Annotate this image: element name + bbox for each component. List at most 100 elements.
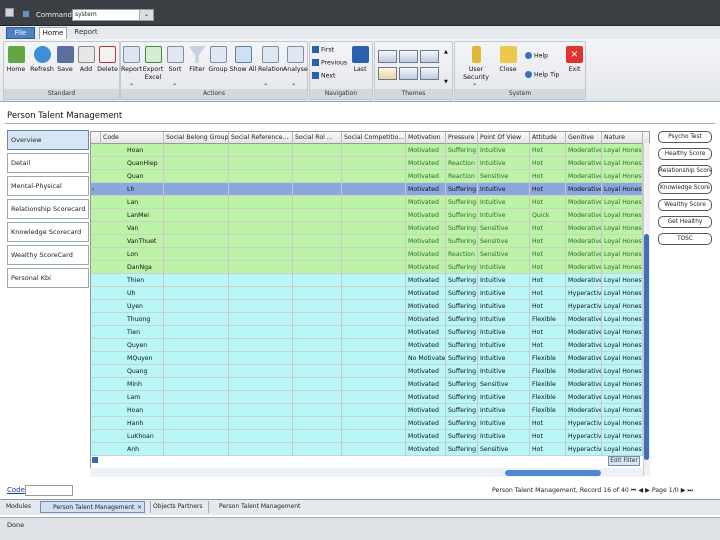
- column-header-social-rol[interactable]: Social Rol ...: [293, 132, 342, 144]
- close-button[interactable]: Close: [498, 46, 518, 74]
- column-header-motivation[interactable]: Motivation: [406, 132, 446, 144]
- cell-empty[interactable]: [293, 144, 342, 157]
- filter-icon[interactable]: [92, 457, 98, 463]
- cell-motivation[interactable]: Motivated: [406, 287, 446, 300]
- next-page-icon[interactable]: ▶: [681, 487, 686, 494]
- cell-empty[interactable]: [342, 391, 406, 404]
- cell-genitive[interactable]: Hyperactive: [566, 287, 602, 300]
- chevron-down-icon[interactable]: ⌄: [129, 80, 134, 88]
- nav-knowledge-scorecard[interactable]: Knowledge Scorecard: [7, 222, 89, 242]
- cell-pressure[interactable]: Reaction: [446, 248, 478, 261]
- cell-genitive[interactable]: Hyperactive: [566, 443, 602, 456]
- nav-first-button[interactable]: First: [312, 46, 334, 55]
- cell-genitive[interactable]: Moderative: [566, 222, 602, 235]
- cell-genitive[interactable]: Moderative: [566, 326, 602, 339]
- cell-empty[interactable]: [342, 430, 406, 443]
- cell-code[interactable]: Lam: [101, 391, 164, 404]
- get-healthy-button[interactable]: Get Healthy: [658, 216, 712, 228]
- cell-pressure[interactable]: Suffering: [446, 391, 478, 404]
- save-button[interactable]: Save: [56, 46, 74, 74]
- cell-motivation[interactable]: Motivated: [406, 313, 446, 326]
- cell-pov[interactable]: Intuitive: [478, 339, 530, 352]
- cell-pressure[interactable]: Suffering: [446, 144, 478, 157]
- cell-empty[interactable]: [229, 378, 293, 391]
- cell-empty[interactable]: [293, 287, 342, 300]
- tab-modules[interactable]: Modules: [6, 501, 36, 513]
- cell-motivation[interactable]: Motivated: [406, 430, 446, 443]
- cell-empty[interactable]: [164, 274, 229, 287]
- cell-motivation[interactable]: Motivated: [406, 326, 446, 339]
- cell-pressure[interactable]: Suffering: [446, 417, 478, 430]
- cell-pressure[interactable]: Suffering: [446, 430, 478, 443]
- cell-nature[interactable]: Loyal Honesty: [602, 209, 643, 222]
- cell-code[interactable]: Lh: [101, 183, 164, 196]
- cell-empty[interactable]: [229, 430, 293, 443]
- table-row[interactable]: Uh Motivated Suffering Intuitive Hot Hyperact…: [91, 287, 643, 300]
- cell-empty[interactable]: [293, 339, 342, 352]
- cell-pressure[interactable]: Suffering: [446, 209, 478, 222]
- cell-code[interactable]: Lon: [101, 248, 164, 261]
- cell-attitude[interactable]: Flexible: [530, 352, 566, 365]
- theme-swatch[interactable]: [399, 67, 418, 80]
- nav-overview[interactable]: Overview: [7, 130, 89, 150]
- cell-empty[interactable]: [293, 170, 342, 183]
- cell-nature[interactable]: Loyal Honesty: [602, 170, 643, 183]
- cell-empty[interactable]: [293, 300, 342, 313]
- cell-pressure[interactable]: Suffering: [446, 339, 478, 352]
- cell-empty[interactable]: [293, 326, 342, 339]
- cell-genitive[interactable]: Moderative: [566, 365, 602, 378]
- cell-pov[interactable]: Intuitive: [478, 209, 530, 222]
- cell-empty[interactable]: [164, 430, 229, 443]
- cell-pov[interactable]: Intuitive: [478, 365, 530, 378]
- column-header-nature[interactable]: Nature: [602, 132, 643, 144]
- cell-motivation[interactable]: Motivated: [406, 196, 446, 209]
- analyse-button[interactable]: Analyse: [283, 46, 308, 74]
- theme-scroll-up-icon[interactable]: ▲: [444, 48, 448, 56]
- cell-attitude[interactable]: Flexible: [530, 365, 566, 378]
- cell-code[interactable]: Uyen: [101, 300, 164, 313]
- cell-genitive[interactable]: Moderative: [566, 339, 602, 352]
- table-row[interactable]: Minh Motivated Suffering Sensitive Flexible M…: [91, 378, 643, 391]
- cell-empty[interactable]: [342, 261, 406, 274]
- cell-nature[interactable]: Loyal Honesty: [602, 144, 643, 157]
- cell-motivation[interactable]: Motivated: [406, 157, 446, 170]
- cell-pressure[interactable]: Suffering: [446, 352, 478, 365]
- cell-attitude[interactable]: Hot: [530, 274, 566, 287]
- cell-empty[interactable]: [164, 443, 229, 456]
- cell-pov[interactable]: Sensitive: [478, 170, 530, 183]
- table-row[interactable]: › Lh Motivated Suffering Intuitive Hot Moderat…: [91, 183, 643, 196]
- cell-motivation[interactable]: Motivated: [406, 443, 446, 456]
- cell-pov[interactable]: Intuitive: [478, 183, 530, 196]
- cell-pressure[interactable]: Suffering: [446, 235, 478, 248]
- quick-access-icon[interactable]: [22, 10, 30, 18]
- cell-nature[interactable]: Loyal Honesty: [602, 365, 643, 378]
- cell-empty[interactable]: [293, 391, 342, 404]
- cell-empty[interactable]: [293, 417, 342, 430]
- cell-pov[interactable]: Sensitive: [478, 235, 530, 248]
- cell-empty[interactable]: [164, 391, 229, 404]
- cell-empty[interactable]: [342, 417, 406, 430]
- cell-nature[interactable]: Loyal Honesty: [602, 443, 643, 456]
- cell-pressure[interactable]: Suffering: [446, 287, 478, 300]
- cell-empty[interactable]: [229, 157, 293, 170]
- table-row[interactable]: Quyen Motivated Suffering Intuitive Hot Moder…: [91, 339, 643, 352]
- cell-empty[interactable]: [229, 326, 293, 339]
- cell-genitive[interactable]: Moderative: [566, 144, 602, 157]
- help-tip-button[interactable]: Help Tip: [525, 71, 559, 80]
- column-header-attitude[interactable]: Attitude: [530, 132, 566, 144]
- cell-empty[interactable]: [164, 222, 229, 235]
- column-header-code[interactable]: Code: [101, 132, 164, 144]
- cell-empty[interactable]: [342, 196, 406, 209]
- cell-empty[interactable]: [342, 248, 406, 261]
- last-record-icon[interactable]: ⏭: [687, 487, 693, 494]
- cell-genitive[interactable]: Hyperactive: [566, 300, 602, 313]
- cell-pressure[interactable]: Suffering: [446, 222, 478, 235]
- table-row[interactable]: Thuong Motivated Suffering Intuitive Flexibl…: [91, 313, 643, 326]
- table-row[interactable]: MQuyen No Motivated Suffering Intuitive Flex…: [91, 352, 643, 365]
- cell-code[interactable]: QuanHiep: [101, 157, 164, 170]
- cell-genitive[interactable]: Moderative: [566, 313, 602, 326]
- cell-attitude[interactable]: Hot: [530, 248, 566, 261]
- cell-code[interactable]: VanThuet: [101, 235, 164, 248]
- cell-empty[interactable]: [342, 222, 406, 235]
- healthy-score-button[interactable]: Healthy Score: [658, 148, 712, 160]
